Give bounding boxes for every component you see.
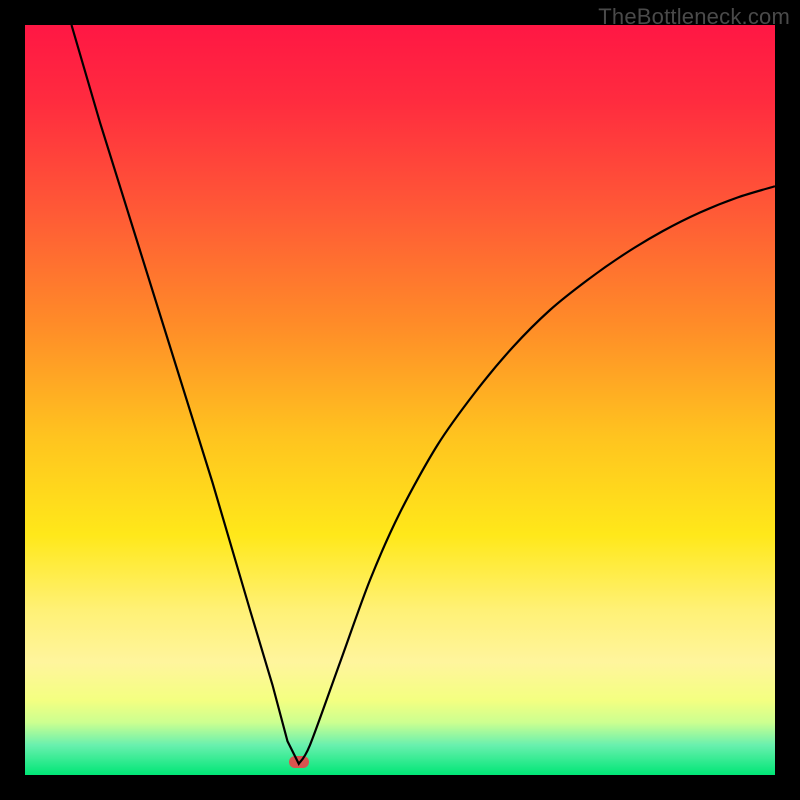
- chart-frame: TheBottleneck.com: [0, 0, 800, 800]
- plot-area: [25, 25, 775, 775]
- bottleneck-curve: [25, 25, 775, 775]
- watermark-text: TheBottleneck.com: [598, 4, 790, 30]
